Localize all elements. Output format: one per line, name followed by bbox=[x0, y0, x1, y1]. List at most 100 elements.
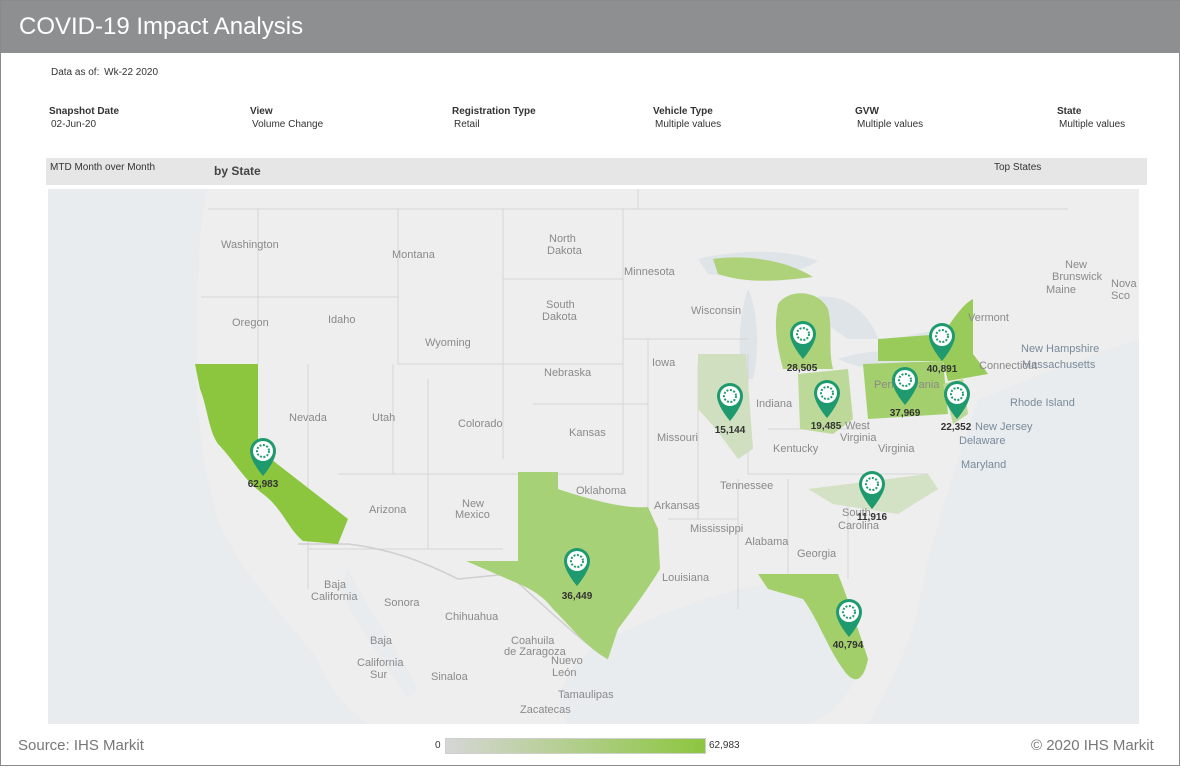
label-minnesota: Minnesota bbox=[624, 266, 675, 278]
pin-florida[interactable] bbox=[834, 598, 864, 638]
pin-new-jersey[interactable] bbox=[942, 380, 972, 420]
label-dakota2: Dakota bbox=[542, 311, 577, 323]
label-wisconsin: Wisconsin bbox=[691, 305, 742, 317]
label-arkansas: Arkansas bbox=[654, 500, 700, 512]
label-wyoming: Wyoming bbox=[425, 337, 471, 349]
filter-value: Retail bbox=[454, 119, 480, 130]
label-kansas: Kansas bbox=[569, 427, 606, 439]
label-tamaulipas: Tamaulipas bbox=[558, 689, 614, 701]
pin-value-michigan: 28,505 bbox=[786, 363, 818, 374]
label-brunswick: Brunswick bbox=[1052, 271, 1103, 283]
pin-new-york[interactable] bbox=[927, 322, 957, 362]
label-iowa: Iowa bbox=[652, 357, 676, 369]
label-chihuahua: Chihuahua bbox=[445, 611, 499, 623]
filter-label: View bbox=[250, 106, 273, 117]
filter-view[interactable]: View Volume Change bbox=[250, 106, 323, 130]
filter-label: Registration Type bbox=[452, 106, 536, 117]
header-by-state: by State bbox=[214, 164, 261, 178]
pin-illinois[interactable] bbox=[715, 382, 745, 422]
label-colorado: Colorado bbox=[458, 418, 503, 430]
label-virginia: Virginia bbox=[840, 432, 877, 444]
label-mexico: Mexico bbox=[455, 509, 490, 521]
filter-value: Multiple values bbox=[1059, 119, 1126, 130]
label-south: South bbox=[546, 299, 575, 311]
legend-gradient bbox=[445, 738, 706, 754]
source-note: Source: IHS Markit bbox=[18, 737, 144, 754]
filter-label: State bbox=[1057, 106, 1082, 117]
filter-state[interactable]: State Multiple values bbox=[1057, 106, 1125, 130]
pin-michigan[interactable] bbox=[788, 320, 818, 360]
filter-vehicle-type[interactable]: Vehicle Type Multiple values bbox=[653, 106, 721, 130]
filter-snapshot-date[interactable]: Snapshot Date 02-Jun-20 bbox=[49, 106, 119, 130]
copyright: © 2020 IHS Markit bbox=[1031, 737, 1154, 754]
pin-ohio[interactable] bbox=[812, 379, 842, 419]
label-montana: Montana bbox=[392, 249, 435, 261]
label-sinaloa: Sinaloa bbox=[431, 671, 468, 683]
pin-california[interactable] bbox=[248, 437, 278, 477]
label-west: West bbox=[845, 420, 870, 432]
filter-value: Volume Change bbox=[252, 119, 324, 130]
label-mississippi: Mississippi bbox=[690, 523, 744, 535]
label-baja: Baja bbox=[324, 579, 347, 591]
label-nebraska: Nebraska bbox=[544, 367, 592, 379]
filter-registration-type[interactable]: Registration Type Retail bbox=[452, 106, 536, 130]
filter-label: GVW bbox=[855, 106, 879, 117]
label-dakota: Dakota bbox=[547, 245, 582, 257]
state-map[interactable]: Washington Montana North Dakota Minnesot… bbox=[48, 189, 1139, 724]
map-base bbox=[48, 189, 1139, 724]
header-top-states: Top States bbox=[994, 162, 1042, 173]
pin-texas[interactable] bbox=[562, 547, 592, 587]
label-oklahoma: Oklahoma bbox=[576, 485, 627, 497]
pin-value-illinois: 15,144 bbox=[714, 425, 746, 436]
as-of-value: Wk-22 2020 bbox=[104, 67, 159, 78]
pin-north-carolina[interactable] bbox=[857, 470, 887, 510]
filter-gvw[interactable]: GVW Multiple values bbox=[855, 106, 923, 130]
label-new-hampshire: New Hampshire bbox=[1021, 343, 1100, 355]
pin-value-texas: 36,449 bbox=[561, 591, 593, 602]
label-connecticut: Connecticut bbox=[979, 360, 1038, 372]
pin-value-california: 62,983 bbox=[247, 479, 279, 490]
label-nevada: Nevada bbox=[289, 412, 327, 424]
title-bar: COVID-19 Impact Analysis bbox=[1, 1, 1180, 53]
label-utah: Utah bbox=[372, 412, 396, 424]
as-of-label: Data as of: bbox=[51, 67, 100, 78]
label-north: North bbox=[549, 233, 576, 245]
label-virginia2: Virginia bbox=[878, 443, 915, 455]
legend-min: 0 bbox=[435, 740, 441, 751]
pin-value-north-carolina: 11,916 bbox=[856, 512, 888, 523]
label-rhode-island: Rhode Island bbox=[1010, 397, 1075, 409]
label-leon: León bbox=[552, 667, 577, 679]
pin-value-ohio: 19,485 bbox=[810, 421, 842, 432]
filter-value: Multiple values bbox=[655, 119, 722, 130]
legend-max: 62,983 bbox=[709, 740, 740, 751]
label-oregon: Oregon bbox=[232, 317, 269, 329]
section-header: MTD Month over Month by State Top States bbox=[46, 158, 1147, 185]
label-sonora: Sonora bbox=[384, 597, 420, 609]
label-maryland: Maryland bbox=[961, 459, 1007, 471]
label-new2: New bbox=[1065, 259, 1088, 271]
data-as-of: Data as of: Wk-22 2020 bbox=[51, 67, 160, 78]
label-kentucky: Kentucky bbox=[773, 443, 819, 455]
label-zacatecas: Zacatecas bbox=[520, 704, 571, 716]
label-washington: Washington bbox=[221, 239, 279, 251]
pin-value-new-jersey: 22,352 bbox=[940, 422, 972, 433]
filter-value: Multiple values bbox=[857, 119, 924, 130]
header-mtd-label: MTD Month over Month bbox=[50, 162, 156, 173]
pin-value-pennsylvania: 37,969 bbox=[889, 408, 921, 419]
label-arizona: Arizona bbox=[369, 504, 407, 516]
label-tennessee: Tennessee bbox=[720, 480, 774, 492]
filter-value: 02-Jun-20 bbox=[51, 119, 97, 130]
filter-label: Snapshot Date bbox=[49, 106, 120, 117]
label-georgia: Georgia bbox=[797, 548, 837, 560]
app-title: COVID-19 Impact Analysis bbox=[19, 13, 304, 40]
label-idaho: Idaho bbox=[328, 314, 356, 326]
label-indiana: Indiana bbox=[756, 398, 793, 410]
label-louisiana: Louisiana bbox=[662, 572, 710, 584]
label-vermont: Vermont bbox=[968, 312, 1009, 324]
dashboard-frame: COVID-19 Impact Analysis Data as of: Wk-… bbox=[0, 0, 1180, 766]
pin-value-florida: 40,794 bbox=[832, 640, 864, 651]
pin-pennsylvania[interactable] bbox=[890, 366, 920, 406]
label-nova: Nova bbox=[1111, 278, 1137, 290]
label-alabama: Alabama bbox=[745, 536, 789, 548]
label-nuevo: Nuevo bbox=[551, 655, 583, 667]
